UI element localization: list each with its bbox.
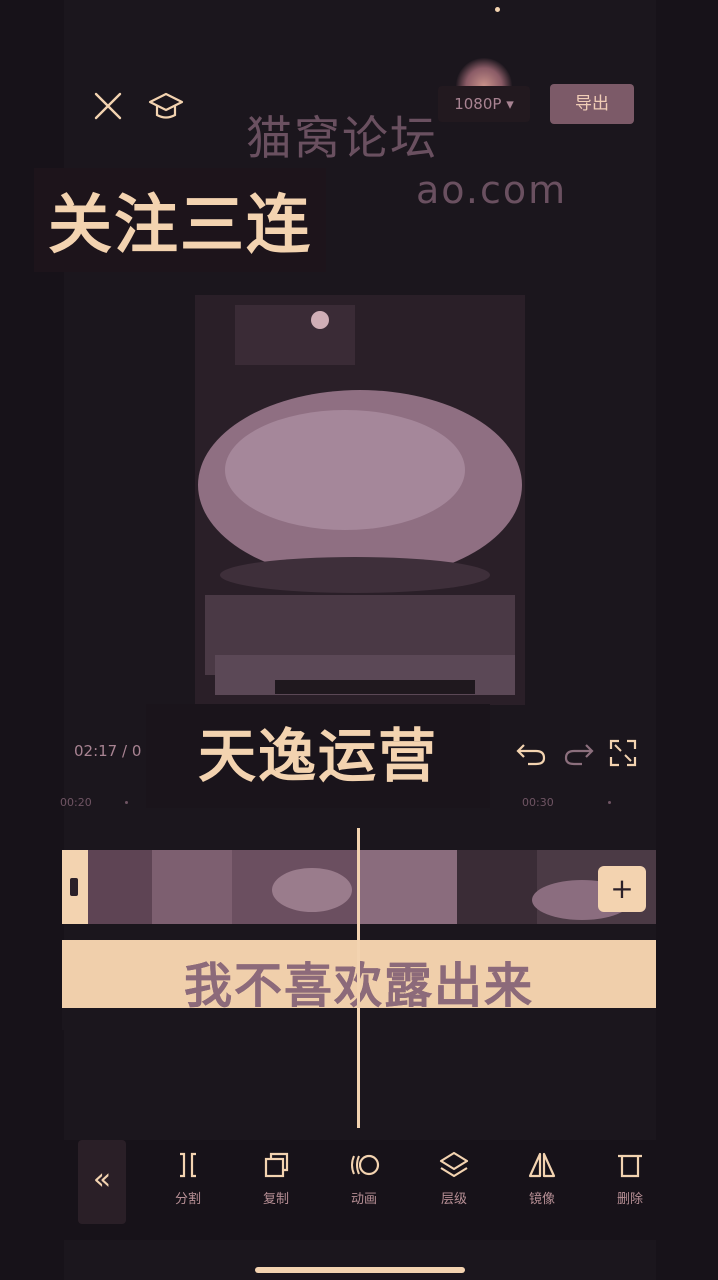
redo-button[interactable] — [562, 738, 596, 768]
ruler-dot — [608, 801, 611, 804]
tianyi-sticker: 天逸运营 — [146, 704, 490, 808]
undo-button[interactable] — [514, 738, 548, 768]
ruler-tick: 00:30 — [522, 796, 554, 809]
playhead[interactable] — [357, 828, 360, 1128]
close-button[interactable] — [88, 86, 128, 126]
clip-trim-handle[interactable] — [62, 850, 88, 924]
collapse-button[interactable]: « — [78, 1140, 126, 1224]
home-indicator[interactable] — [255, 1267, 465, 1273]
copy-label: 复制 — [262, 1192, 289, 1207]
resolution-label: 1080P — [454, 95, 502, 113]
close-icon — [94, 92, 122, 120]
animation-label: 动画 — [350, 1192, 377, 1207]
fullscreen-icon — [609, 739, 637, 767]
split-icon — [180, 1152, 196, 1178]
resolution-dropdown[interactable]: 1080P ▾ — [438, 86, 530, 122]
export-button[interactable]: 导出 — [550, 84, 634, 124]
ruler-dot — [125, 801, 128, 804]
layers-label: 层级 — [440, 1192, 467, 1207]
layers-button[interactable]: 层级 — [424, 1150, 484, 1220]
mirror-icon — [528, 1152, 556, 1178]
split-button[interactable]: 分割 — [158, 1150, 218, 1220]
copy-button[interactable]: 复制 — [246, 1150, 306, 1220]
split-label: 分割 — [174, 1192, 201, 1207]
undo-icon — [516, 744, 546, 766]
delete-label: 删除 — [616, 1192, 643, 1207]
video-frame — [195, 295, 525, 705]
watermark-text: 猫窝论坛 — [246, 111, 438, 165]
video-preview[interactable] — [195, 295, 525, 705]
redo-icon — [564, 744, 594, 766]
mirror-label: 镜像 — [528, 1192, 555, 1207]
follow-sticker: 关注三连 — [34, 168, 326, 272]
mirror-button[interactable]: 镜像 — [512, 1150, 572, 1220]
watermark-url: ao.com — [416, 168, 568, 212]
animation-button[interactable]: 动画 — [334, 1150, 394, 1220]
ruler-tick: 00:20 — [60, 796, 92, 809]
tutorial-button[interactable] — [146, 86, 186, 126]
layers-icon — [439, 1151, 469, 1178]
delete-button[interactable]: 删除 — [600, 1150, 660, 1220]
animation-icon — [351, 1154, 380, 1176]
fullscreen-button[interactable] — [608, 738, 638, 768]
copy-icon — [264, 1152, 289, 1178]
graduation-cap-icon — [148, 92, 184, 119]
status-dot — [495, 7, 500, 12]
time-readout: 02:17 / 0 — [74, 742, 142, 760]
delete-icon — [618, 1154, 642, 1178]
add-clip-button[interactable]: + — [598, 866, 646, 912]
